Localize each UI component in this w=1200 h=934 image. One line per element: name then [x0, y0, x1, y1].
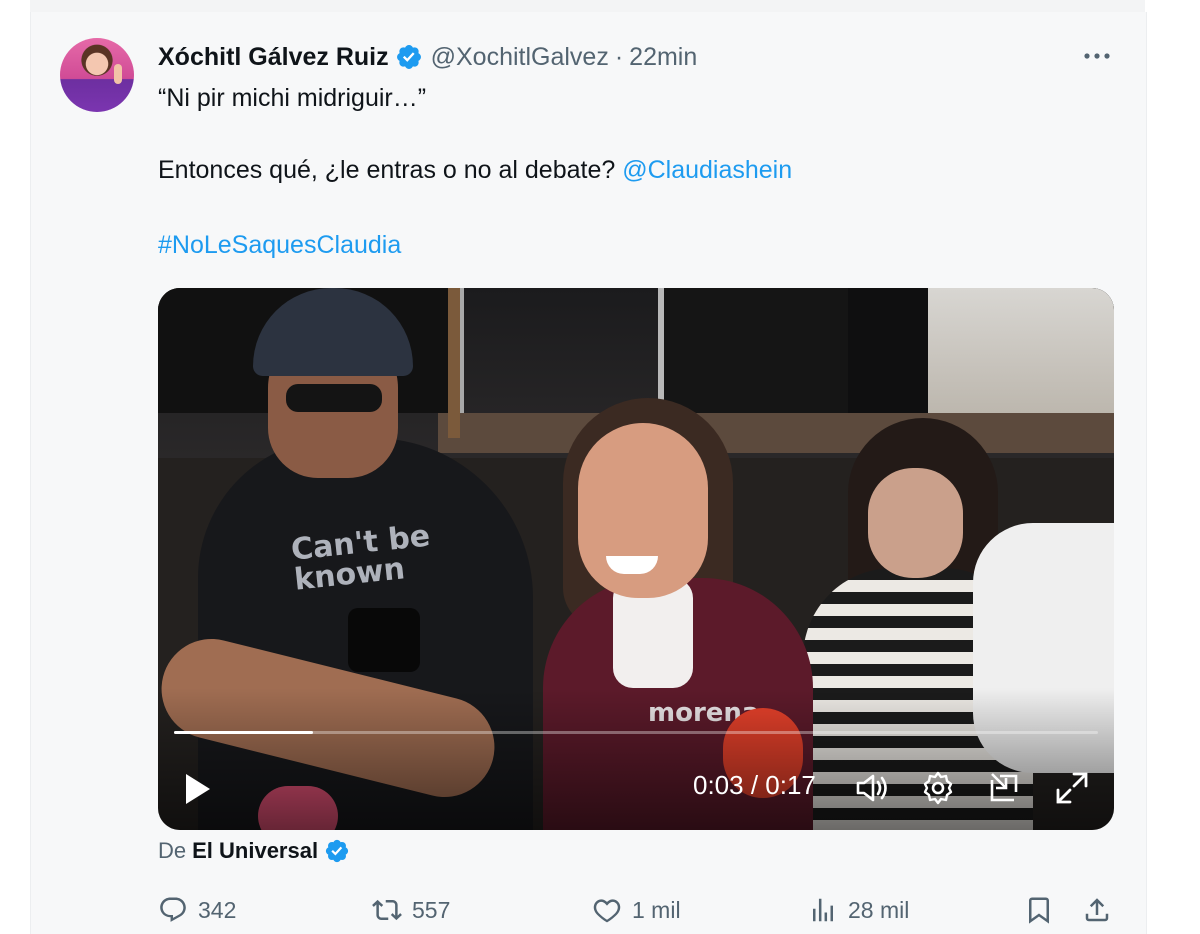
author-handle[interactable]: @XochitlGalvez [431, 43, 609, 72]
volume-icon[interactable] [852, 768, 892, 808]
bookmark-button[interactable] [1024, 892, 1064, 928]
tweet-text-line-2: Entonces qué, ¿le entras o no al debate?… [158, 156, 792, 185]
tweet-timestamp[interactable]: 22min [629, 43, 697, 72]
retweet-icon [372, 899, 402, 921]
retweet-count: 557 [412, 896, 451, 923]
video-progress-fill [174, 731, 313, 734]
previous-item-edge [30, 0, 1145, 12]
verified-badge-icon [325, 839, 349, 863]
like-icon [593, 899, 621, 923]
play-icon[interactable] [180, 770, 214, 808]
pop-out-icon[interactable] [984, 768, 1024, 808]
author-display-name[interactable]: Xóchitl Gálvez Ruiz [158, 43, 389, 72]
like-count: 1 mil [632, 896, 681, 923]
reply-icon [160, 897, 186, 922]
more-options-icon[interactable] [1080, 42, 1114, 70]
tweet-actions-bar: 342 557 1 mil 28 mil [158, 892, 1118, 928]
retweet-button[interactable]: 557 [372, 892, 450, 928]
author-avatar[interactable] [60, 38, 134, 112]
video-progress-bar[interactable] [174, 731, 1098, 734]
share-button[interactable] [1082, 892, 1122, 928]
source-name-link[interactable]: El Universal [192, 838, 318, 864]
video-person-man-glasses [286, 384, 382, 412]
video-source-attribution: De El Universal [158, 838, 358, 864]
views-icon [813, 898, 833, 922]
views-button[interactable]: 28 mil [808, 892, 909, 928]
header-separator: · [614, 42, 624, 71]
like-button[interactable]: 1 mil [592, 892, 681, 928]
share-icon [1085, 898, 1109, 922]
settings-icon[interactable] [918, 768, 958, 808]
video-person-woman-right-face [868, 468, 963, 578]
video-equipment-case [848, 288, 932, 413]
tweet-text-question: Entonces qué, ¿le entras o no al debate? [158, 156, 623, 184]
video-time-display: 0:03 / 0:17 [693, 770, 816, 800]
avatar-hand-detail [114, 64, 122, 84]
bookmark-icon [1029, 897, 1049, 924]
fullscreen-icon[interactable] [1052, 768, 1092, 808]
video-equipment-case [658, 288, 860, 419]
views-count: 28 mil [848, 896, 910, 923]
verified-badge-icon [396, 45, 421, 69]
video-controls-gradient [158, 688, 1114, 830]
hashtag-link[interactable]: #NoLeSaquesClaudia [158, 231, 401, 260]
tweet-header: Xóchitl Gálvez Ruiz @XochitlGalvez · 22m… [158, 40, 697, 74]
mention-link[interactable]: @Claudiashein [622, 156, 792, 184]
video-audio-device [348, 608, 420, 672]
video-background-crowd [928, 288, 1114, 433]
video-table [438, 413, 1114, 453]
video-player[interactable]: Can't be known morena 0:03 / 0:17 [158, 288, 1114, 830]
video-pole [448, 288, 460, 438]
reply-count: 342 [198, 896, 237, 923]
source-prefix: De [158, 838, 187, 863]
tweet-text-line-1: “Ni pir michi midriguir…” [158, 84, 427, 112]
reply-button[interactable]: 342 [158, 892, 236, 928]
